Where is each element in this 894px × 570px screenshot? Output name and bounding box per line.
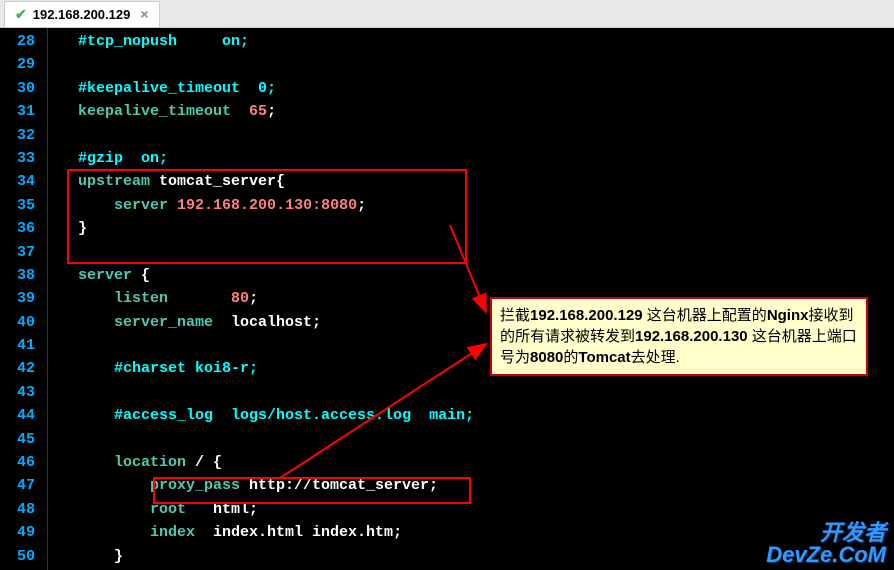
line-number: 31 xyxy=(0,100,35,123)
line-number: 49 xyxy=(0,521,35,544)
line-number: 33 xyxy=(0,147,35,170)
line-number: 38 xyxy=(0,264,35,287)
line-number: 34 xyxy=(0,170,35,193)
code-line[interactable]: proxy_pass http://tomcat_server; xyxy=(78,474,894,497)
line-number: 30 xyxy=(0,77,35,100)
line-number: 40 xyxy=(0,311,35,334)
code-line[interactable]: root html; xyxy=(78,498,894,521)
line-number: 28 xyxy=(0,30,35,53)
code-line[interactable]: #keepalive_timeout 0; xyxy=(78,77,894,100)
annotation-note: 拦截192.168.200.129 这台机器上配置的Nginx接收到的所有请求被… xyxy=(490,297,868,376)
connection-icon: ✔ xyxy=(15,6,27,23)
line-number: 47 xyxy=(0,474,35,497)
line-number: 32 xyxy=(0,124,35,147)
code-line[interactable] xyxy=(78,53,894,76)
editor-tab[interactable]: ✔ 192.168.200.129 × xyxy=(4,1,160,27)
line-number: 29 xyxy=(0,53,35,76)
code-line[interactable]: #tcp_nopush on; xyxy=(78,30,894,53)
code-line[interactable]: location / { xyxy=(78,451,894,474)
code-line[interactable]: } xyxy=(78,545,894,568)
line-number: 36 xyxy=(0,217,35,240)
line-number: 35 xyxy=(0,194,35,217)
close-icon[interactable]: × xyxy=(140,6,148,22)
code-line[interactable] xyxy=(78,381,894,404)
code-line[interactable]: #gzip on; xyxy=(78,147,894,170)
line-number: 45 xyxy=(0,428,35,451)
code-line[interactable]: upstream tomcat_server{ xyxy=(78,170,894,193)
line-number: 43 xyxy=(0,381,35,404)
code-line[interactable]: keepalive_timeout 65; xyxy=(78,100,894,123)
line-number: 46 xyxy=(0,451,35,474)
line-number-gutter: 2829303132333435363738394041424344454647… xyxy=(0,28,48,570)
code-line[interactable]: } xyxy=(78,217,894,240)
line-number: 41 xyxy=(0,334,35,357)
line-number: 44 xyxy=(0,404,35,427)
line-number: 39 xyxy=(0,287,35,310)
line-number: 42 xyxy=(0,357,35,380)
code-line[interactable]: #access_log logs/host.access.log main; xyxy=(78,404,894,427)
line-number: 50 xyxy=(0,545,35,568)
code-line[interactable]: index index.html index.htm; xyxy=(78,521,894,544)
line-number: 48 xyxy=(0,498,35,521)
code-line[interactable] xyxy=(78,124,894,147)
code-line[interactable]: server 192.168.200.130:8080; xyxy=(78,194,894,217)
line-number: 37 xyxy=(0,241,35,264)
code-line[interactable]: server { xyxy=(78,264,894,287)
code-line[interactable] xyxy=(78,241,894,264)
tab-title: 192.168.200.129 xyxy=(33,7,131,22)
code-line[interactable] xyxy=(78,428,894,451)
tab-bar: ✔ 192.168.200.129 × xyxy=(0,0,894,28)
